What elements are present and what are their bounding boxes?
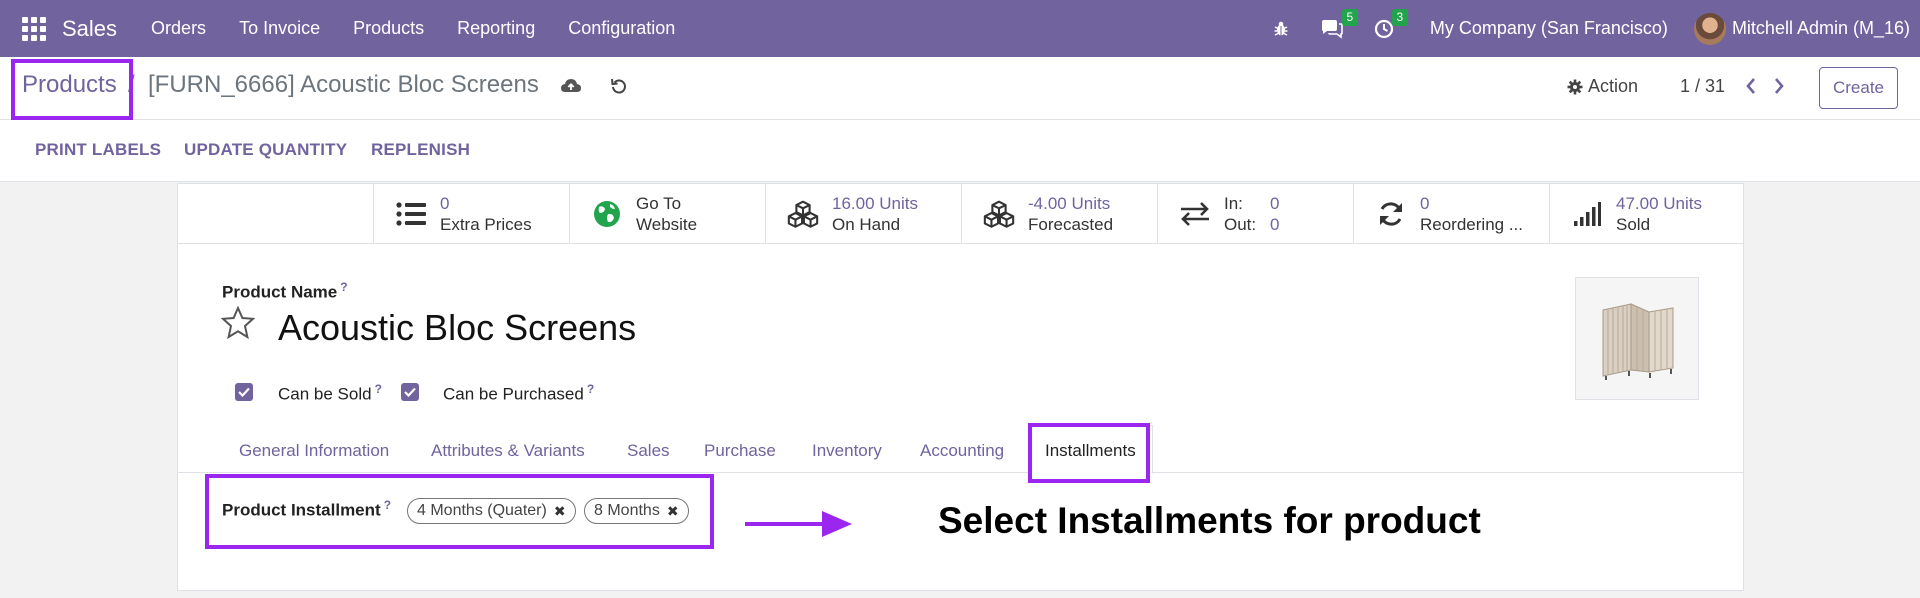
out-value: 0 bbox=[1270, 215, 1280, 234]
menu-configuration[interactable]: Configuration bbox=[568, 18, 675, 39]
pager-previous-icon[interactable] bbox=[1744, 76, 1758, 101]
in-label: In: bbox=[1224, 194, 1243, 213]
messages-chat-icon[interactable]: 5 bbox=[1320, 8, 1358, 39]
tab-purchase[interactable]: Purchase bbox=[704, 441, 776, 461]
print-labels-button[interactable]: PRINT LABELS bbox=[35, 140, 161, 160]
sold-button[interactable]: 47.00 Units Sold bbox=[1549, 184, 1745, 244]
sold-label: Sold bbox=[1616, 215, 1651, 234]
discard-undo-icon[interactable] bbox=[610, 77, 628, 100]
sold-value: 47.00 Units bbox=[1616, 194, 1702, 213]
refresh-icon bbox=[1374, 197, 1408, 231]
can-be-purchased-checkbox[interactable] bbox=[401, 383, 419, 401]
check-icon bbox=[404, 387, 416, 397]
highlight-products-breadcrumb bbox=[11, 59, 133, 120]
product-name-label-text: Product Name bbox=[222, 282, 338, 302]
tab-sales[interactable]: Sales bbox=[627, 441, 670, 461]
exchange-arrows-icon bbox=[1178, 197, 1212, 231]
menu-products[interactable]: Products bbox=[353, 18, 424, 39]
breadcrumb-current-record: [FURN_6666] Acoustic Bloc Screens bbox=[148, 71, 539, 98]
forecasted-label: Forecasted bbox=[1028, 215, 1114, 234]
can-be-sold-label-text: Can be Sold bbox=[278, 384, 372, 404]
debug-bug-icon[interactable] bbox=[1272, 20, 1290, 38]
tab-inventory[interactable]: Inventory bbox=[812, 441, 882, 461]
user-menu[interactable]: Mitchell Admin (M_16) bbox=[1732, 18, 1910, 39]
can-be-purchased-help[interactable]: ? bbox=[587, 382, 594, 396]
reordering-value: 0 bbox=[1420, 194, 1430, 213]
website-label: Website bbox=[636, 215, 698, 234]
forecasted-button[interactable]: -4.00 Units Forecasted bbox=[961, 184, 1157, 244]
can-be-sold-checkbox[interactable] bbox=[235, 383, 253, 401]
tab-accounting[interactable]: Accounting bbox=[920, 441, 1004, 461]
pager-next-icon[interactable] bbox=[1772, 76, 1786, 101]
tab-attributes-variants[interactable]: Attributes & Variants bbox=[431, 441, 585, 461]
save-cloud-icon[interactable] bbox=[560, 77, 582, 100]
smart-buttons: 0 Extra Prices Go To Website 16.00 Units… bbox=[178, 184, 1743, 244]
user-avatar[interactable] bbox=[1693, 12, 1726, 45]
product-name-label: Product Name? bbox=[222, 280, 348, 303]
company-switcher[interactable]: My Company (San Francisco) bbox=[1430, 18, 1668, 39]
tab-general-information[interactable]: General Information bbox=[239, 441, 389, 461]
can-be-sold-label: Can be Sold? bbox=[278, 382, 382, 405]
notebook-tabs: General Information Attributes & Variant… bbox=[178, 425, 1743, 474]
cubes-icon bbox=[786, 197, 820, 231]
annotation-arrow bbox=[745, 522, 825, 526]
extra-prices-label: Extra Prices bbox=[440, 215, 532, 234]
can-be-purchased-label-text: Can be Purchased bbox=[443, 384, 584, 404]
in-value: 0 bbox=[1270, 194, 1280, 213]
annotation-callout: Select Installments for product bbox=[938, 500, 1481, 541]
in-out-button[interactable]: In: 0 Out: 0 bbox=[1157, 184, 1353, 244]
on-hand-label: On Hand bbox=[832, 215, 901, 234]
can-be-sold-help[interactable]: ? bbox=[375, 382, 382, 396]
reordering-button[interactable]: 0 Reordering ... bbox=[1353, 184, 1549, 244]
systray: 5 3 My Company (San Francisco) Mitchell … bbox=[1272, 0, 1920, 57]
website-value: Go To bbox=[636, 194, 682, 213]
menu-reporting[interactable]: Reporting bbox=[457, 18, 535, 39]
top-navbar: Sales Orders To Invoice Products Reporti… bbox=[0, 0, 1920, 57]
go-to-website-button[interactable]: Go To Website bbox=[569, 184, 765, 244]
product-name-field[interactable]: Acoustic Bloc Screens bbox=[278, 307, 636, 349]
menu-orders[interactable]: Orders bbox=[151, 18, 206, 39]
signal-bars-icon bbox=[1570, 197, 1604, 231]
cubes-icon bbox=[982, 197, 1016, 231]
extra-prices-value: 0 bbox=[440, 194, 450, 213]
activities-badge: 3 bbox=[1391, 8, 1408, 26]
product-image[interactable] bbox=[1575, 277, 1699, 400]
forecasted-value: -4.00 Units bbox=[1028, 194, 1111, 213]
check-icon bbox=[238, 387, 250, 397]
on-hand-button[interactable]: 16.00 Units On Hand bbox=[765, 184, 961, 244]
apps-menu-icon[interactable] bbox=[21, 16, 47, 42]
action-label: Action bbox=[1588, 76, 1639, 96]
on-hand-value: 16.00 Units bbox=[832, 194, 918, 213]
replenish-button[interactable]: REPLENISH bbox=[371, 140, 470, 160]
update-quantity-button[interactable]: UPDATE QUANTITY bbox=[184, 140, 347, 160]
favorite-star-icon[interactable] bbox=[220, 305, 256, 345]
product-name-help[interactable]: ? bbox=[340, 280, 347, 294]
create-button[interactable]: Create bbox=[1819, 67, 1898, 109]
annotation-arrow-head bbox=[822, 511, 852, 537]
highlight-installment-field bbox=[205, 474, 714, 549]
action-menu-button[interactable]: Action bbox=[1567, 76, 1638, 97]
activities-clock-icon[interactable]: 3 bbox=[1374, 8, 1408, 39]
menu-to-invoice[interactable]: To Invoice bbox=[239, 18, 320, 39]
out-label: Out: bbox=[1224, 215, 1257, 234]
list-icon bbox=[394, 197, 428, 231]
messages-badge: 5 bbox=[1341, 8, 1358, 26]
can-be-purchased-label: Can be Purchased? bbox=[443, 382, 594, 405]
control-panel: Products / [FURN_6666] Acoustic Bloc Scr… bbox=[0, 57, 1920, 120]
statusbar: PRINT LABELS UPDATE QUANTITY REPLENISH bbox=[0, 120, 1920, 182]
gear-icon bbox=[1567, 79, 1583, 94]
reordering-label: Reordering ... bbox=[1420, 215, 1523, 234]
app-name[interactable]: Sales bbox=[62, 16, 117, 42]
pager-value[interactable]: 1 / 31 bbox=[1680, 76, 1725, 97]
globe-icon bbox=[590, 197, 624, 231]
extra-prices-button[interactable]: 0 Extra Prices bbox=[373, 184, 569, 244]
highlight-installments-tab bbox=[1028, 423, 1150, 483]
